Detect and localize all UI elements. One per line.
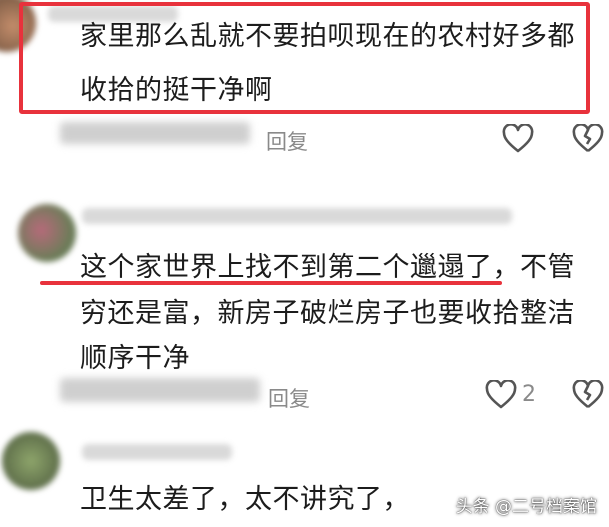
highlight-underline bbox=[40, 281, 502, 285]
broken-heart-icon[interactable] bbox=[572, 123, 604, 158]
blurred-region bbox=[60, 378, 260, 402]
watermark: 头条 @二号档案馆 bbox=[455, 497, 597, 517]
broken-heart-icon[interactable] bbox=[572, 379, 604, 414]
reply-button[interactable]: 回复 bbox=[268, 383, 310, 413]
highlight-box bbox=[19, 2, 590, 114]
reply-button[interactable]: 回复 bbox=[266, 126, 308, 156]
heart-outline-icon[interactable] bbox=[502, 123, 534, 158]
avatar[interactable] bbox=[2, 432, 60, 490]
heart-outline-icon[interactable] bbox=[485, 379, 517, 414]
avatar[interactable] bbox=[18, 204, 76, 262]
comment-text-line: 卫生太差了，太不讲究了， bbox=[80, 484, 410, 515]
username-blurred bbox=[82, 444, 232, 460]
comment-text-line: 穷还是富，新房子破烂房子也要收拾整洁 bbox=[80, 298, 575, 329]
username-blurred bbox=[82, 208, 512, 224]
like-count: 2 bbox=[522, 382, 536, 407]
comment-text-line: 顺序干净 bbox=[80, 343, 190, 374]
blurred-region bbox=[60, 122, 250, 144]
